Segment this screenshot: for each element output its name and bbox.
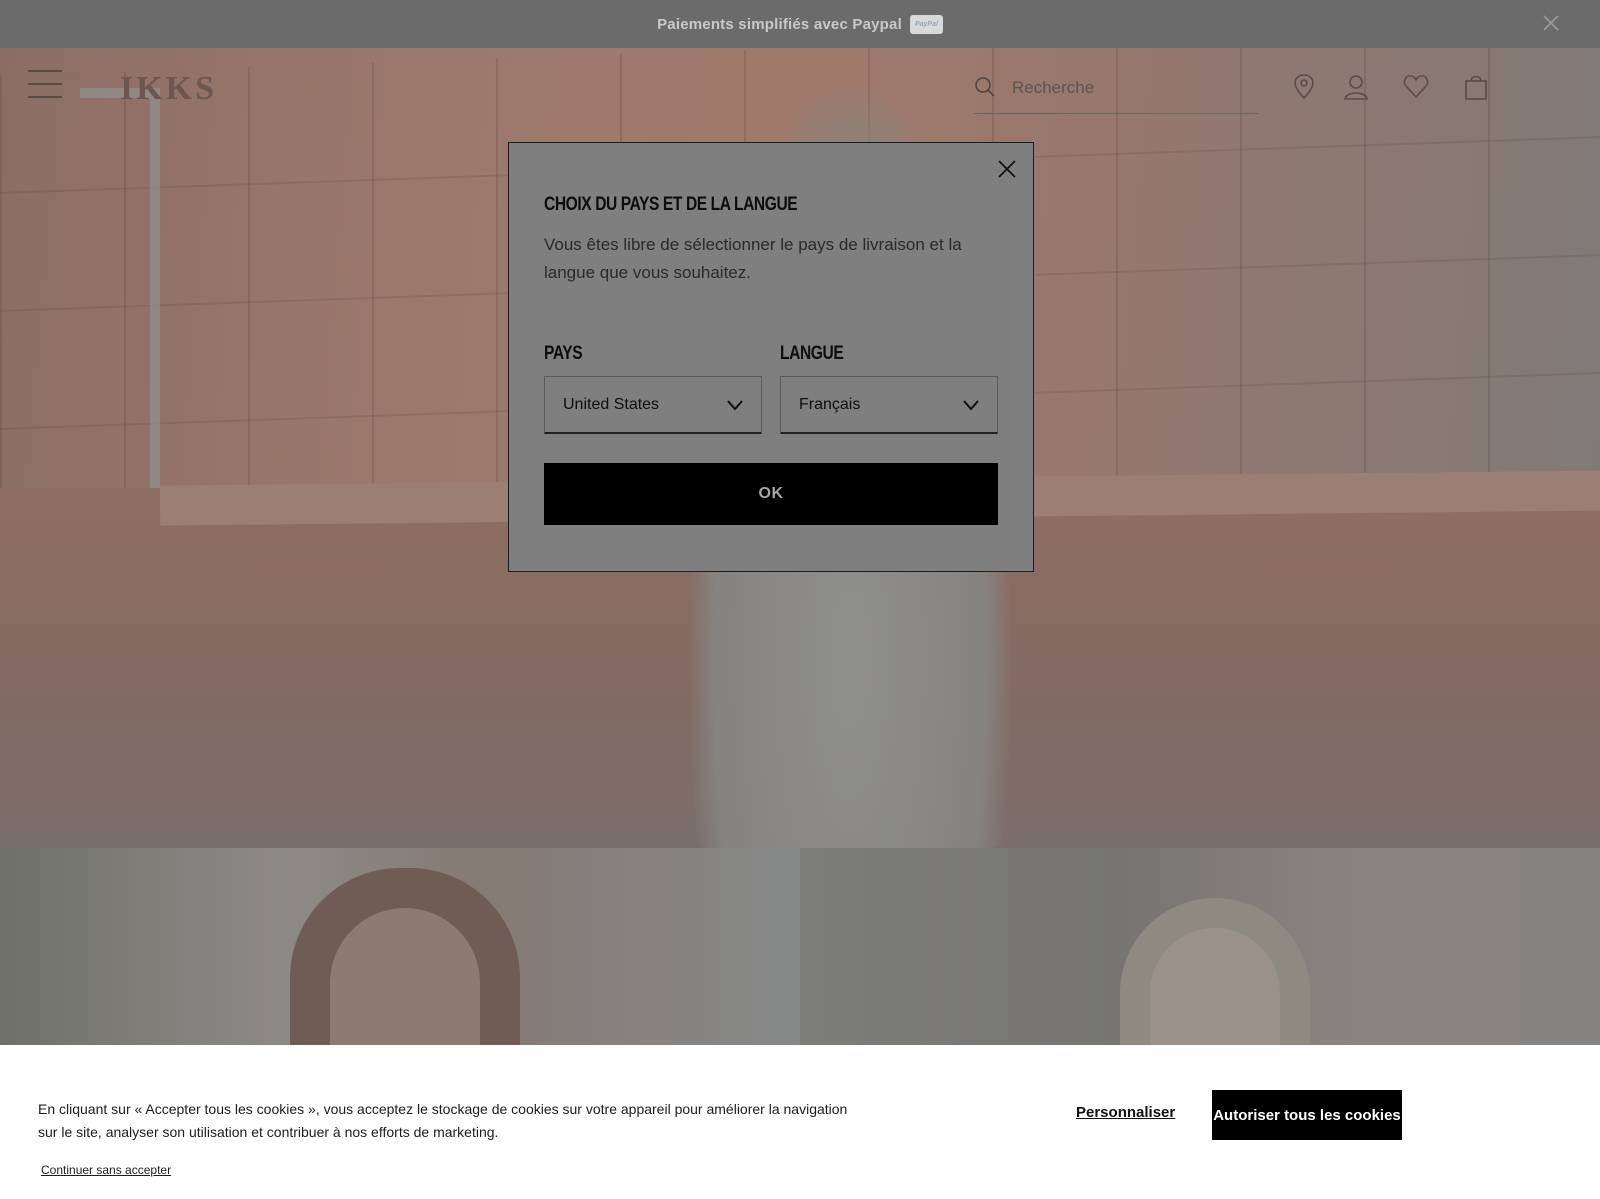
search-icon[interactable]: [974, 76, 996, 98]
modal-description: Vous êtes libre de sélectionner le pays …: [544, 235, 962, 282]
category-tiles: [0, 848, 1600, 1068]
brand-logo[interactable]: IKKS: [120, 70, 217, 108]
wishlist-icon[interactable]: [1402, 72, 1430, 102]
promo-text[interactable]: Paiements simplifiés avec Paypal: [657, 16, 902, 33]
chevron-down-icon: [727, 400, 743, 411]
account-icon[interactable]: [1342, 72, 1370, 102]
modal-title: Choix du pays et de la langue: [544, 194, 798, 215]
close-icon[interactable]: [995, 157, 1019, 181]
ok-button[interactable]: OK: [544, 463, 998, 525]
store-locator-icon[interactable]: [1290, 72, 1318, 102]
cart-icon[interactable]: [1462, 72, 1490, 102]
close-icon[interactable]: [1540, 12, 1562, 34]
menu-icon[interactable]: [28, 70, 62, 100]
category-tile-women[interactable]: [0, 848, 800, 1068]
promo-bar: Paiements simplifiés avec Paypal PayPal: [0, 0, 1600, 48]
country-language-modal: Choix du pays et de la langue Vous êtes …: [508, 142, 1034, 572]
continue-without-accepting-link[interactable]: Continuer sans accepter: [41, 1163, 171, 1177]
language-select[interactable]: Français: [780, 376, 998, 434]
country-select[interactable]: United States: [544, 376, 762, 434]
accept-all-cookies-button[interactable]: Autoriser tous les cookies: [1212, 1090, 1402, 1140]
language-value: Français: [799, 395, 861, 413]
chevron-down-icon: [963, 400, 979, 411]
language-label: Langue: [780, 343, 844, 364]
search-bar[interactable]: [974, 70, 1258, 114]
country-label: Pays: [544, 343, 583, 364]
search-input[interactable]: [1012, 74, 1252, 102]
paypal-logo: PayPal: [909, 14, 943, 34]
cookie-text: En cliquant sur « Accepter tous les cook…: [38, 1101, 848, 1140]
category-tile-kids[interactable]: [800, 848, 1600, 1068]
customize-cookies-button[interactable]: Personnaliser: [1076, 1104, 1175, 1121]
country-value: United States: [563, 395, 660, 413]
cookie-banner: En cliquant sur « Accepter tous les cook…: [0, 1045, 1600, 1199]
model-face: [330, 908, 480, 1068]
